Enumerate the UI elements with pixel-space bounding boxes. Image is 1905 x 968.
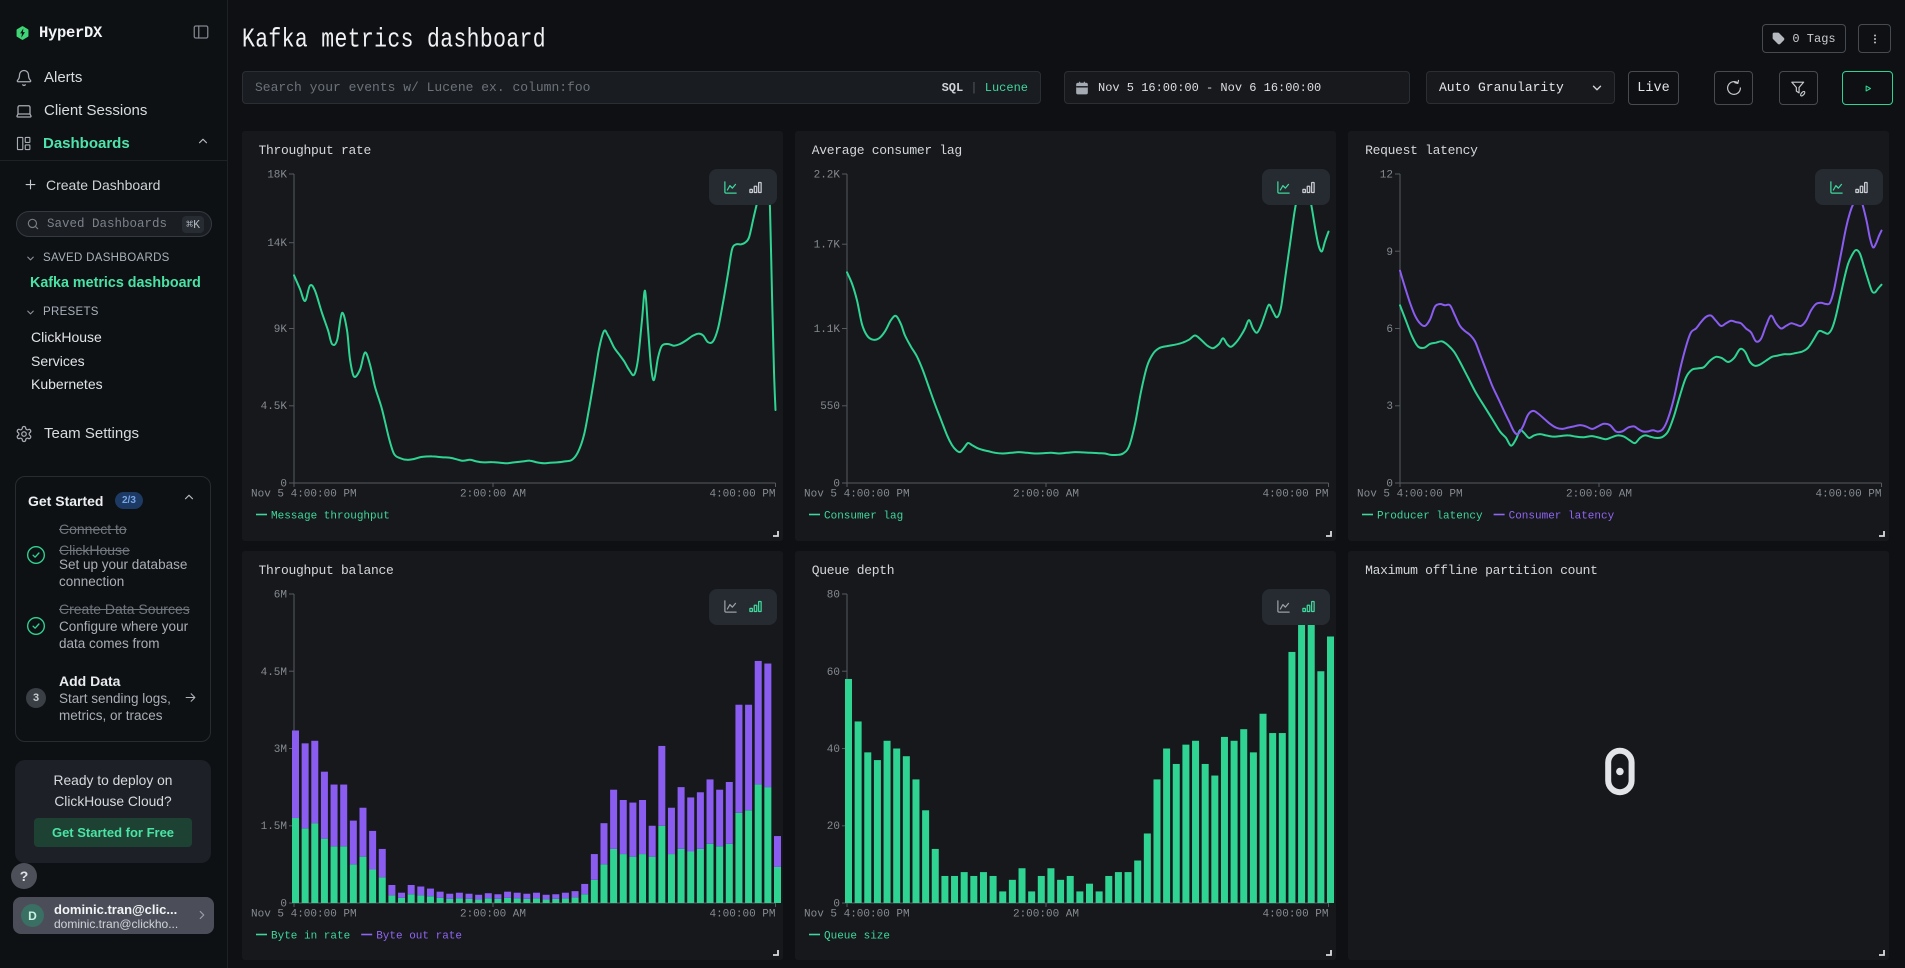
svg-text:6: 6	[1386, 324, 1393, 336]
svg-text:80: 80	[827, 589, 840, 601]
svg-text:14K: 14K	[267, 238, 287, 250]
svg-text:2:00:00 AM: 2:00:00 AM	[459, 908, 525, 920]
svg-text:Nov 5 4:00:00 PM: Nov 5 4:00:00 PM	[804, 908, 910, 920]
svg-text:2:00:00 AM: 2:00:00 AM	[1566, 489, 1632, 501]
svg-text:4:00:00 PM: 4:00:00 PM	[709, 489, 775, 501]
svg-text:Consumer latency: Consumer latency	[1509, 511, 1615, 523]
svg-text:1.7K: 1.7K	[813, 240, 840, 252]
svg-text:3M: 3M	[273, 744, 286, 756]
svg-text:40: 40	[827, 744, 840, 756]
svg-text:12: 12	[1380, 170, 1393, 182]
svg-text:3: 3	[1386, 401, 1393, 413]
svg-text:Consumer lag: Consumer lag	[824, 511, 903, 523]
svg-text:2:00:00 AM: 2:00:00 AM	[459, 489, 525, 501]
svg-text:4.5K: 4.5K	[260, 401, 287, 413]
svg-text:Nov 5 4:00:00 PM: Nov 5 4:00:00 PM	[804, 489, 910, 501]
svg-text:550: 550	[820, 401, 840, 413]
svg-text:1.5M: 1.5M	[260, 821, 286, 833]
svg-text:Queue size: Queue size	[824, 930, 890, 942]
svg-text:Message throughput: Message throughput	[271, 511, 390, 523]
svg-text:Nov 5 4:00:00 PM: Nov 5 4:00:00 PM	[251, 908, 357, 920]
svg-text:9K: 9K	[273, 324, 287, 336]
svg-text:2:00:00 AM: 2:00:00 AM	[1013, 908, 1079, 920]
svg-text:Nov 5 4:00:00 PM: Nov 5 4:00:00 PM	[251, 489, 357, 501]
svg-text:4:00:00 PM: 4:00:00 PM	[709, 908, 775, 920]
svg-text:60: 60	[827, 666, 840, 678]
svg-text:Producer latency: Producer latency	[1377, 511, 1483, 523]
svg-text:4.5M: 4.5M	[260, 666, 286, 678]
svg-text:Nov 5 4:00:00 PM: Nov 5 4:00:00 PM	[1357, 489, 1463, 501]
svg-text:20: 20	[827, 821, 840, 833]
svg-text:9: 9	[1386, 247, 1393, 259]
svg-text:Byte out rate: Byte out rate	[376, 930, 462, 942]
svg-text:2:00:00 AM: 2:00:00 AM	[1013, 489, 1079, 501]
svg-text:1.1K: 1.1K	[813, 324, 840, 336]
svg-text:2.2K: 2.2K	[813, 170, 840, 182]
svg-text:Byte in rate: Byte in rate	[271, 930, 350, 942]
svg-text:4:00:00 PM: 4:00:00 PM	[1262, 489, 1328, 501]
svg-text:4:00:00 PM: 4:00:00 PM	[1262, 908, 1328, 920]
svg-text:4:00:00 PM: 4:00:00 PM	[1816, 489, 1882, 501]
svg-text:18K: 18K	[267, 170, 287, 182]
svg-text:6M: 6M	[273, 589, 286, 601]
